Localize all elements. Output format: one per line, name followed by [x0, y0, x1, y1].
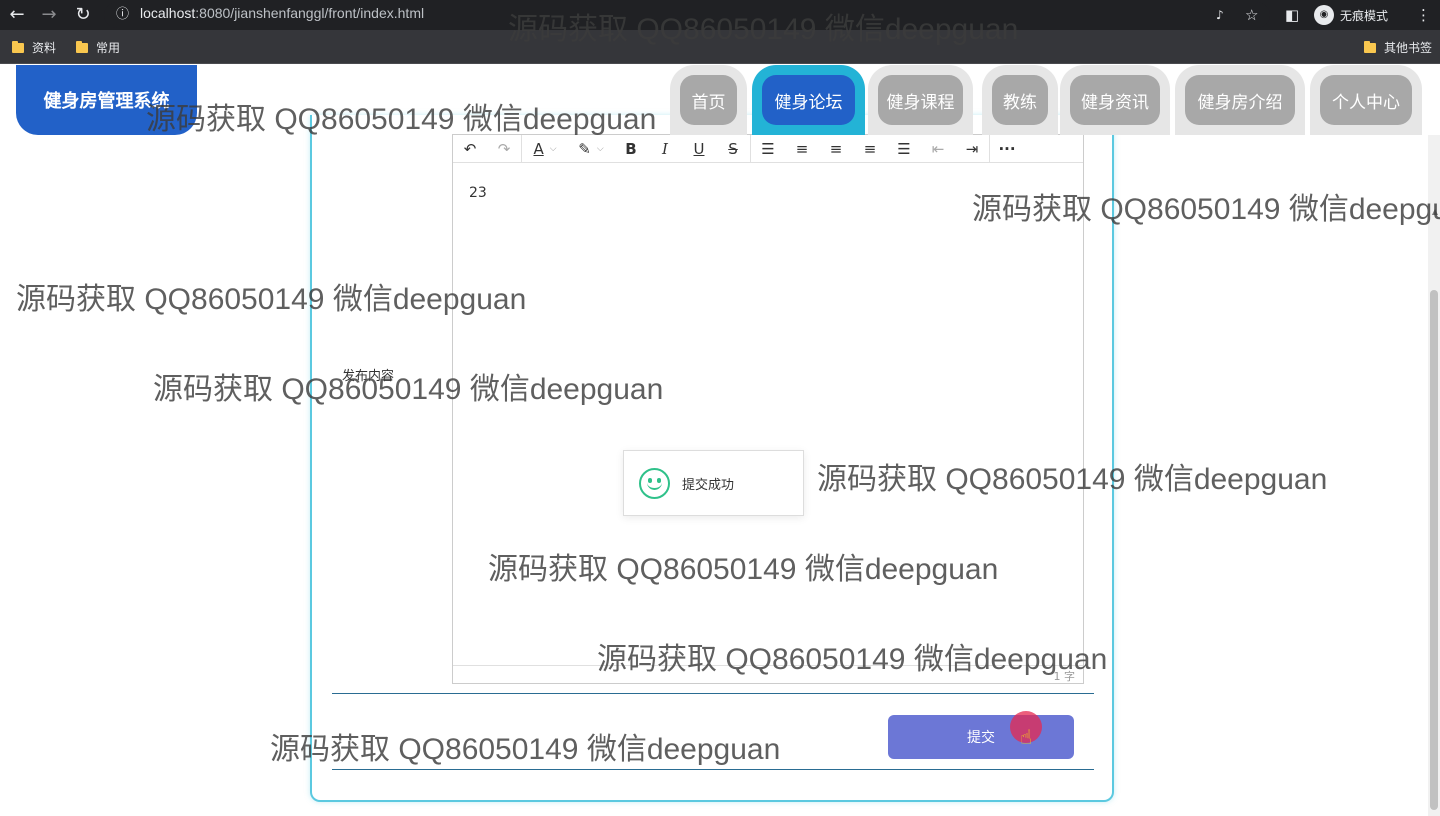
browser-titlebar: ← → ↻ ⓘ localhost:8080/jianshenfanggl/fr…: [0, 0, 1440, 30]
sidepanel-icon[interactable]: ◧: [1285, 5, 1299, 25]
italic-icon[interactable]: I: [648, 135, 682, 163]
bookmark-folder-other[interactable]: 其他书签: [1364, 39, 1432, 56]
forward-icon[interactable]: →: [38, 4, 60, 26]
toast-message: 提交成功: [682, 477, 735, 493]
nav-tab-5[interactable]: 健身房介绍: [1175, 65, 1305, 135]
align-right-icon[interactable]: ≡: [853, 135, 887, 163]
nav-tab-label: 健身课程: [878, 75, 963, 125]
folder-icon: [1364, 40, 1376, 53]
media-icon[interactable]: ♪: [1216, 5, 1224, 25]
strikethrough-icon[interactable]: S: [716, 135, 750, 163]
indent-icon[interactable]: ⇥: [955, 135, 989, 163]
nav-tab-6[interactable]: 个人中心: [1310, 65, 1422, 135]
list-icon[interactable]: ☰: [751, 135, 785, 163]
align-center-icon[interactable]: ≡: [819, 135, 853, 163]
incognito-icon: ◉: [1314, 5, 1334, 25]
url-text[interactable]: localhost:8080/jianshenfanggl/front/inde…: [140, 5, 424, 21]
incognito-label: 无痕模式: [1340, 8, 1389, 23]
bookmark-label: 资料: [32, 41, 57, 55]
undo-icon[interactable]: ↶: [453, 135, 487, 163]
bookmark-folder-ziliao[interactable]: 资料: [12, 39, 56, 56]
smile-icon: [639, 467, 670, 499]
folder-icon: [12, 40, 24, 53]
content-label: 发布内容: [342, 369, 395, 384]
divider: [332, 769, 1094, 770]
redo-icon[interactable]: ↷: [487, 135, 521, 163]
site-logo[interactable]: 健身房管理系统: [16, 65, 197, 135]
highlight-icon[interactable]: ✎ ⌵: [568, 135, 614, 163]
post-form: 发布内容 ↶ ↷ A ⌵ ✎ ⌵ B I U S ☰ ≡ ≡ ≡ ☰ ⇤ ⇥ ·…: [310, 115, 1114, 802]
rich-text-editor[interactable]: ↶ ↷ A⌵ ✎⌵ B I U S ☰ ≡ ≡ ≡ ☰ ⇤ ⇥ ··· 23: [452, 134, 1084, 684]
divider: [332, 693, 1094, 694]
nav-tab-2[interactable]: 健身课程: [868, 65, 973, 135]
nav-tab-label: 健身论坛: [762, 75, 855, 125]
more-icon[interactable]: ···: [990, 135, 1024, 163]
bold-icon[interactable]: B: [614, 135, 648, 163]
back-icon[interactable]: ←: [6, 4, 28, 26]
underline-icon[interactable]: U: [682, 135, 716, 163]
nav-tab-1[interactable]: 健身论坛: [752, 65, 865, 135]
editor-toolbar: ↶ ↷ A ⌵ ✎ ⌵ B I U S ☰ ≡ ≡ ≡ ☰ ⇤ ⇥ ···: [453, 134, 1083, 163]
nav-tab-0[interactable]: 首页: [670, 65, 747, 135]
editor-text[interactable]: 23: [469, 185, 487, 201]
page: 发布内容 ↶ ↷ A ⌵ ✎ ⌵ B I U S ☰ ≡ ≡ ≡ ☰ ⇤ ⇥ ·…: [0, 65, 1440, 816]
hand-cursor-icon: ☝: [1020, 725, 1033, 749]
word-count: 1 字: [1053, 670, 1076, 683]
editor-statusbar: 1 字: [453, 665, 1083, 683]
nav-tab-label: 健身房介绍: [1185, 75, 1295, 125]
nav-tab-3[interactable]: 教练: [982, 65, 1058, 135]
nav-tab-4[interactable]: 健身资讯: [1060, 65, 1170, 135]
success-toast: 提交成功: [623, 450, 804, 516]
nav-tab-label: 教练: [992, 75, 1048, 125]
info-icon[interactable]: ⓘ: [116, 5, 129, 25]
bookmarks-bar: 资料 常用 其他书签: [0, 30, 1440, 64]
nav-tab-label: 首页: [680, 75, 737, 125]
outdent-icon[interactable]: ⇤: [921, 135, 955, 163]
justify-icon[interactable]: ☰: [887, 135, 921, 163]
nav-tab-label: 个人中心: [1320, 75, 1412, 125]
font-color-icon[interactable]: A ⌵: [522, 135, 568, 163]
menu-icon[interactable]: ⋮: [1416, 5, 1431, 25]
scroll-up-icon[interactable]: ▲: [1432, 207, 1438, 216]
bookmark-label: 其他书签: [1384, 41, 1433, 55]
bookmark-label: 常用: [96, 41, 121, 55]
scrollbar-thumb[interactable]: [1430, 290, 1438, 810]
folder-icon: [76, 40, 88, 53]
reload-icon[interactable]: ↻: [72, 4, 94, 26]
incognito-indicator[interactable]: ◉ 无痕模式: [1314, 4, 1388, 26]
nav-tab-label: 健身资讯: [1070, 75, 1160, 125]
submit-button[interactable]: 提交: [888, 715, 1074, 759]
bookmark-folder-changyong[interactable]: 常用: [76, 39, 120, 56]
star-icon[interactable]: ☆: [1245, 5, 1258, 25]
align-left-icon[interactable]: ≡: [785, 135, 819, 163]
